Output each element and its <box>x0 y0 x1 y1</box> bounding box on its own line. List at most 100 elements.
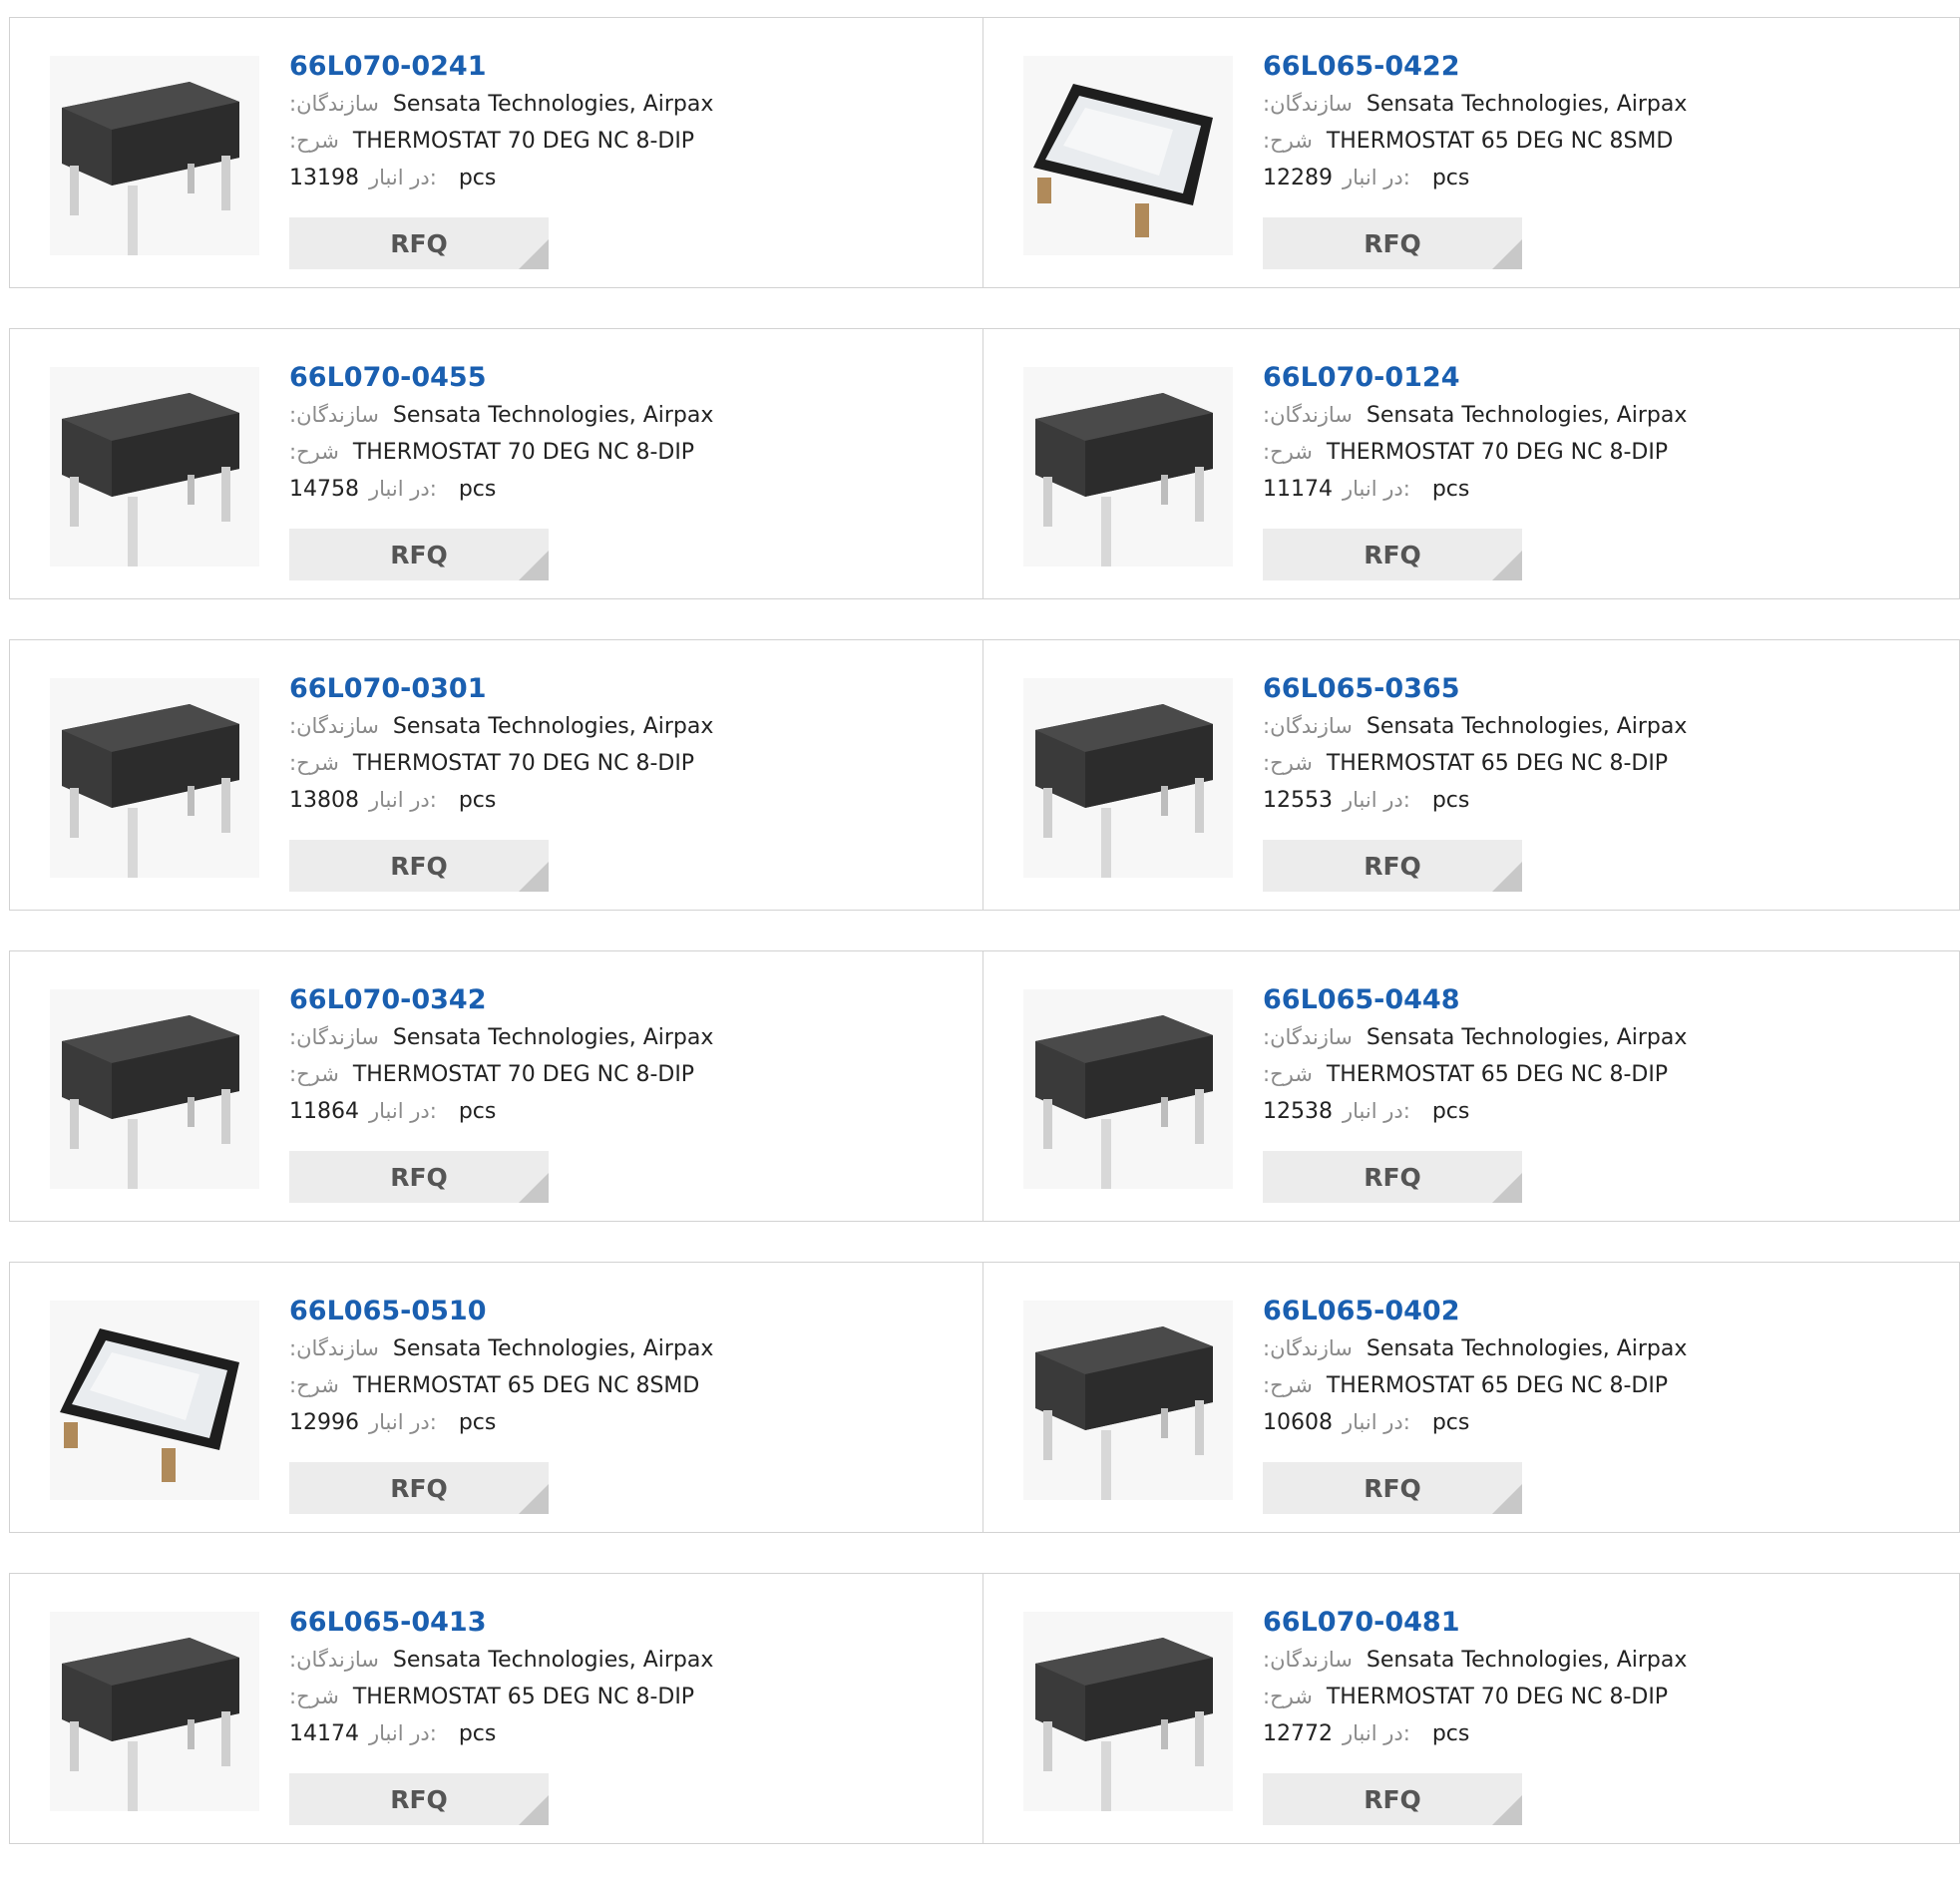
dip-package-image[interactable] <box>50 367 259 566</box>
part-number-link[interactable]: 66L065-0448 <box>1263 981 1687 1019</box>
description-value: THERMOSTAT 65 DEG NC 8-DIP <box>1326 751 1669 776</box>
dip-package-image[interactable] <box>50 1612 259 1811</box>
product-row: 66L070-0301 :سازندگان Sensata Technologie… <box>9 639 1960 911</box>
product-card: 66L070-0455 :سازندگان Sensata Technologie… <box>9 328 983 599</box>
rfq-label: RFQ <box>1364 1473 1421 1503</box>
rfq-corner-decoration <box>519 551 549 580</box>
stock-row: 11864 در انبار: pcs <box>289 1093 713 1130</box>
rfq-button[interactable]: RFQ <box>1263 529 1522 580</box>
part-number-link[interactable]: 66L070-0455 <box>289 359 713 397</box>
manufacturer-row: :سازندگان Sensata Technologies, Airpax <box>289 1642 713 1679</box>
rfq-label: RFQ <box>390 540 448 569</box>
stock-unit: pcs <box>458 477 497 502</box>
rfq-label: RFQ <box>1364 1162 1421 1192</box>
rfq-button[interactable]: RFQ <box>289 529 549 580</box>
manufacturer-label: :سازندگان <box>1263 92 1353 116</box>
rfq-button[interactable]: RFQ <box>289 217 549 269</box>
part-number-link[interactable]: 66L065-0402 <box>1263 1293 1687 1330</box>
description-row: :شرح THERMOSTAT 70 DEG NC 8-DIP <box>1263 1679 1687 1715</box>
part-number-link[interactable]: 66L070-0241 <box>289 48 713 86</box>
part-number-link[interactable]: 66L070-0124 <box>1263 359 1687 397</box>
stock-value: 12996 <box>289 1410 359 1435</box>
manufacturer-value: Sensata Technologies, Airpax <box>1366 403 1688 428</box>
dip-package-image[interactable] <box>1023 1612 1233 1811</box>
stock-value: 10608 <box>1263 1410 1333 1435</box>
description-value: THERMOSTAT 70 DEG NC 8-DIP <box>352 1062 695 1087</box>
product-row: 66L065-0510 :سازندگان Sensata Technologie… <box>9 1262 1960 1533</box>
manufacturer-row: :سازندگان Sensata Technologies, Airpax <box>289 397 713 434</box>
stock-label: در انبار: <box>369 788 437 812</box>
stock-unit: pcs <box>1431 1099 1470 1124</box>
manufacturer-row: :سازندگان Sensata Technologies, Airpax <box>1263 1330 1687 1367</box>
part-number-link[interactable]: 66L065-0413 <box>289 1604 713 1642</box>
stock-label: در انبار: <box>369 166 437 189</box>
stock-row: 12289 در انبار: pcs <box>1263 160 1687 196</box>
rfq-label: RFQ <box>390 1784 448 1814</box>
part-number-link[interactable]: 66L070-0342 <box>289 981 713 1019</box>
description-label: :شرح <box>289 129 339 153</box>
rfq-button[interactable]: RFQ <box>289 1773 549 1825</box>
product-grid: 66L070-0241 :سازندگان Sensata Technologie… <box>9 17 1960 1884</box>
description-row: :شرح THERMOSTAT 70 DEG NC 8-DIP <box>1263 434 1687 471</box>
manufacturer-value: Sensata Technologies, Airpax <box>1366 92 1688 117</box>
product-card: 66L070-0342 :سازندگان Sensata Technologie… <box>9 950 983 1222</box>
rfq-button[interactable]: RFQ <box>1263 1462 1522 1514</box>
dip-package-image[interactable] <box>1023 1301 1233 1500</box>
stock-row: 13198 در انبار: pcs <box>289 160 713 196</box>
product-info: 66L070-0241 :سازندگان Sensata Technologie… <box>289 48 713 196</box>
manufacturer-value: Sensata Technologies, Airpax <box>1366 1648 1688 1673</box>
manufacturer-label: :سازندگان <box>289 714 379 738</box>
rfq-button[interactable]: RFQ <box>289 840 549 892</box>
manufacturer-label: :سازندگان <box>1263 1336 1353 1360</box>
dip-package-image[interactable] <box>50 678 259 878</box>
product-row: 66L070-0342 :سازندگان Sensata Technologie… <box>9 950 1960 1222</box>
stock-row: 11174 در انبار: pcs <box>1263 471 1687 508</box>
product-row: 66L070-0241 :سازندگان Sensata Technologie… <box>9 17 1960 288</box>
product-info: 66L070-0342 :سازندگان Sensata Technologie… <box>289 981 713 1130</box>
manufacturer-value: Sensata Technologies, Airpax <box>1366 714 1688 739</box>
product-card: 66L070-0124 :سازندگان Sensata Technologie… <box>983 328 1960 599</box>
stock-unit: pcs <box>458 1099 497 1124</box>
smd-package-image[interactable] <box>1023 56 1233 255</box>
product-info: 66L065-0365 :سازندگان Sensata Technologie… <box>1263 670 1687 819</box>
description-label: :شرح <box>1263 1685 1313 1708</box>
stock-label: در انبار: <box>369 477 437 501</box>
dip-package-image[interactable] <box>50 56 259 255</box>
stock-label: در انبار: <box>1343 1410 1410 1434</box>
rfq-button[interactable]: RFQ <box>1263 1151 1522 1203</box>
description-value: THERMOSTAT 70 DEG NC 8-DIP <box>352 440 695 465</box>
product-card: 66L065-0402 :سازندگان Sensata Technologie… <box>983 1262 1960 1533</box>
description-row: :شرح THERMOSTAT 70 DEG NC 8-DIP <box>289 123 713 160</box>
part-number-link[interactable]: 66L070-0301 <box>289 670 713 708</box>
product-card: 66L065-0365 :سازندگان Sensata Technologie… <box>983 639 1960 911</box>
rfq-button[interactable]: RFQ <box>289 1462 549 1514</box>
dip-package-image[interactable] <box>1023 989 1233 1189</box>
part-number-link[interactable]: 66L070-0481 <box>1263 1604 1687 1642</box>
part-number-link[interactable]: 66L065-0510 <box>289 1293 713 1330</box>
description-row: :شرح THERMOSTAT 70 DEG NC 8-DIP <box>289 745 713 782</box>
dip-package-image[interactable] <box>1023 678 1233 878</box>
rfq-button[interactable]: RFQ <box>289 1151 549 1203</box>
rfq-button[interactable]: RFQ <box>1263 217 1522 269</box>
part-number-link[interactable]: 66L065-0422 <box>1263 48 1687 86</box>
smd-package-image[interactable] <box>50 1301 259 1500</box>
product-card: 66L070-0301 :سازندگان Sensata Technologie… <box>9 639 983 911</box>
dip-package-image[interactable] <box>50 989 259 1189</box>
description-label: :شرح <box>289 440 339 464</box>
part-number-link[interactable]: 66L065-0365 <box>1263 670 1687 708</box>
rfq-label: RFQ <box>390 851 448 881</box>
manufacturer-value: Sensata Technologies, Airpax <box>392 1336 714 1361</box>
rfq-button[interactable]: RFQ <box>1263 840 1522 892</box>
manufacturer-row: :سازندگان Sensata Technologies, Airpax <box>1263 86 1687 123</box>
product-info: 66L065-0413 :سازندگان Sensata Technologie… <box>289 1604 713 1752</box>
stock-unit: pcs <box>458 1721 497 1746</box>
stock-unit: pcs <box>1431 477 1470 502</box>
stock-value: 12289 <box>1263 166 1333 190</box>
description-label: :شرح <box>289 751 339 775</box>
product-row: 66L070-0455 :سازندگان Sensata Technologie… <box>9 328 1960 599</box>
description-row: :شرح THERMOSTAT 65 DEG NC 8-DIP <box>1263 1056 1687 1093</box>
stock-value: 11174 <box>1263 477 1333 502</box>
rfq-button[interactable]: RFQ <box>1263 1773 1522 1825</box>
dip-package-image[interactable] <box>1023 367 1233 566</box>
manufacturer-label: :سازندگان <box>289 1648 379 1672</box>
